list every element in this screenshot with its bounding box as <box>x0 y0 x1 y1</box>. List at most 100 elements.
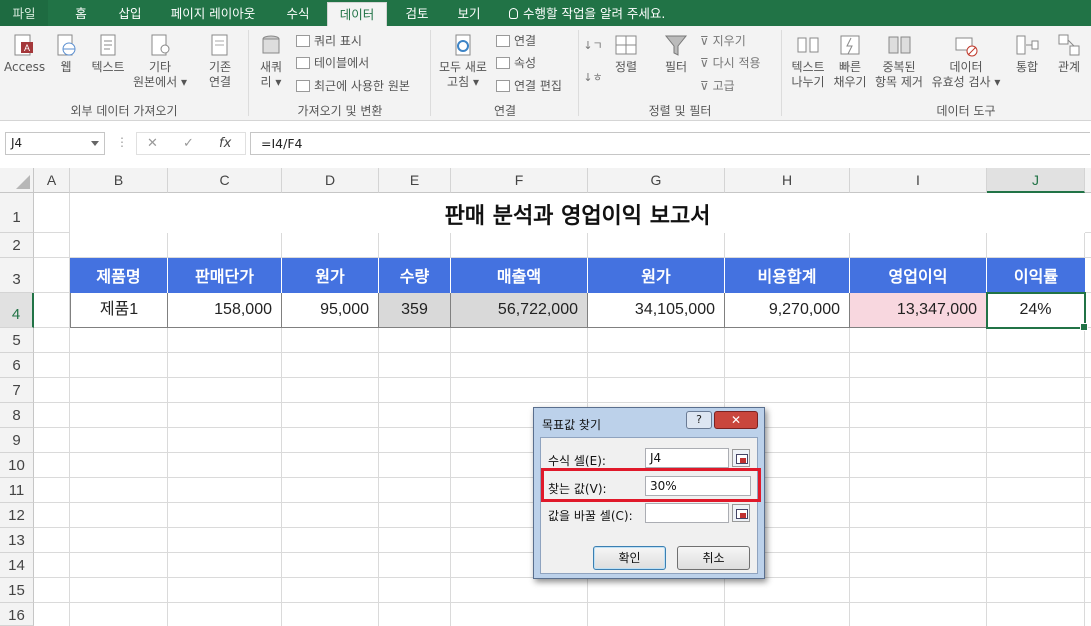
help-button[interactable]: ? <box>686 411 712 429</box>
row-header-7[interactable]: 7 <box>0 378 34 403</box>
relationships-button[interactable]: 관계 <box>1050 32 1088 75</box>
column-header-f[interactable]: F <box>451 168 588 193</box>
chevron-down-icon[interactable] <box>91 141 99 146</box>
data-validation-button[interactable]: 데이터 유효성 검사 ▾ <box>930 32 1002 90</box>
changing-cell-input[interactable] <box>645 503 729 523</box>
new-query-button[interactable]: 새쿼 리 ▾ <box>254 32 288 90</box>
row-header-16[interactable]: 16 <box>0 603 34 626</box>
cancel-button[interactable]: 취소 <box>677 546 750 570</box>
from-text-button[interactable]: 텍스트 <box>86 32 130 75</box>
header-unit-price[interactable]: 판매단가 <box>168 258 282 293</box>
edit-links-button[interactable]: 연결 편집 <box>496 77 562 95</box>
column-header-d[interactable]: D <box>282 168 379 193</box>
filter-button[interactable]: 필터 <box>656 32 696 75</box>
row-header-5[interactable]: 5 <box>0 328 34 353</box>
tab-data[interactable]: 데이터 <box>327 2 387 26</box>
row-header-10[interactable]: 10 <box>0 453 34 478</box>
other-sources-button[interactable]: 기타 원본에서 ▾ <box>132 32 188 90</box>
show-queries-button[interactable]: 쿼리 표시 <box>296 32 362 50</box>
consolidate-icon <box>1016 35 1039 55</box>
header-product-name[interactable]: 제품명 <box>70 258 168 293</box>
tab-insert[interactable]: 삽입 <box>109 0 151 26</box>
insert-function-icon[interactable]: fx <box>219 136 231 151</box>
tab-formulas[interactable]: 수식 <box>277 0 319 26</box>
name-box[interactable]: J4 <box>5 132 105 155</box>
sort-az-button[interactable]: ↓ㄱ <box>582 38 604 53</box>
row-header-1[interactable]: 1 <box>0 193 34 233</box>
column-header-g[interactable]: G <box>588 168 725 193</box>
tab-file[interactable]: 파일 <box>0 0 48 26</box>
from-table-button[interactable]: 테이블에서 <box>296 54 369 72</box>
flash-fill-button[interactable]: 빠른 채우기 <box>830 32 870 90</box>
row-header-4[interactable]: 4 <box>0 293 34 328</box>
column-header-k[interactable] <box>1085 168 1091 193</box>
existing-connections-button[interactable]: 기존 연결 <box>200 32 240 90</box>
tab-home[interactable]: 홈 <box>64 0 98 26</box>
properties-button[interactable]: 속성 <box>496 54 536 72</box>
row-header-2[interactable]: 2 <box>0 233 34 258</box>
new-query-icon <box>262 35 280 54</box>
row-header-15[interactable]: 15 <box>0 578 34 603</box>
header-quantity[interactable]: 수량 <box>379 258 451 293</box>
cell-h4[interactable]: 9,270,000 <box>725 293 850 328</box>
header-profit-margin[interactable]: 이익률 <box>987 258 1085 293</box>
row-header-8[interactable]: 8 <box>0 403 34 428</box>
row-header-6[interactable]: 6 <box>0 353 34 378</box>
row-header-9[interactable]: 9 <box>0 428 34 453</box>
filter-label: 필터 <box>664 60 688 74</box>
header-operating-profit[interactable]: 영업이익 <box>850 258 987 293</box>
column-header-e[interactable]: E <box>379 168 451 193</box>
row-header-14[interactable]: 14 <box>0 553 34 578</box>
header-expense-total[interactable]: 비용합계 <box>725 258 850 293</box>
column-header-i[interactable]: I <box>850 168 987 193</box>
cell-f4[interactable]: 56,722,000 <box>451 293 588 328</box>
tab-view[interactable]: 보기 <box>448 0 490 26</box>
refresh-all-button[interactable]: 모두 새로 고침 ▾ <box>436 32 490 90</box>
consolidate-button[interactable]: 통합 <box>1008 32 1046 75</box>
access-button[interactable]: A Access <box>4 32 45 75</box>
row-header-12[interactable]: 12 <box>0 503 34 528</box>
tell-me-box[interactable]: 수행할 작업을 알려 주세요. <box>509 0 665 26</box>
row-header-11[interactable]: 11 <box>0 478 34 503</box>
cell-g4[interactable]: 34,105,000 <box>588 293 725 328</box>
row-header-13[interactable]: 13 <box>0 528 34 553</box>
column-header-a[interactable]: A <box>34 168 70 193</box>
close-button[interactable]: ✕ <box>714 411 758 429</box>
set-cell-input[interactable]: J4 <box>645 448 729 468</box>
ok-button[interactable]: 확인 <box>593 546 666 570</box>
web-button[interactable]: 웹 <box>52 32 80 75</box>
header-total-cost[interactable]: 원가 <box>588 258 725 293</box>
recent-sources-button[interactable]: 최근에 사용한 원본 <box>296 77 410 95</box>
cancel-icon[interactable]: ✕ <box>147 136 158 151</box>
more-icon[interactable]: ⋮ <box>116 135 128 149</box>
text-to-columns-button[interactable]: 텍스트 나누기 <box>786 32 830 90</box>
enter-icon[interactable]: ✓ <box>183 136 194 151</box>
tab-page-layout[interactable]: 페이지 레이아웃 <box>161 0 265 26</box>
range-picker-icon[interactable] <box>732 504 750 522</box>
cell-e4[interactable]: 359 <box>379 293 451 328</box>
sort-za-button[interactable]: ↓ㅎ <box>582 70 604 85</box>
cell-d4[interactable]: 95,000 <box>282 293 379 328</box>
clear-filter-button[interactable]: ⊽ 지우기 <box>700 32 746 50</box>
column-header-j[interactable]: J <box>987 168 1085 193</box>
header-cost[interactable]: 원가 <box>282 258 379 293</box>
cell-c4[interactable]: 158,000 <box>168 293 282 328</box>
column-header-h[interactable]: H <box>725 168 850 193</box>
range-picker-icon[interactable] <box>732 449 750 467</box>
connections-button[interactable]: 연결 <box>496 32 536 50</box>
column-header-c[interactable]: C <box>168 168 282 193</box>
reapply-button[interactable]: ⊽ 다시 적용 <box>700 54 761 72</box>
remove-duplicates-button[interactable]: 중복된 항목 제거 <box>872 32 926 90</box>
row-header-3[interactable]: 3 <box>0 258 34 293</box>
dialog-body: 수식 셀(E): J4 찾는 값(V): 30% 값을 바꿀 셀(C): 확인 … <box>540 437 758 574</box>
header-sales[interactable]: 매출액 <box>451 258 588 293</box>
advanced-filter-button[interactable]: ⊽ 고급 <box>700 77 735 95</box>
cell-b4[interactable]: 제품1 <box>70 293 168 328</box>
cell-i4[interactable]: 13,347,000 <box>850 293 987 328</box>
formula-input[interactable]: =I4/F4 <box>250 132 1090 155</box>
sort-button[interactable]: 정렬 <box>608 32 644 75</box>
report-title[interactable]: 판매 분석과 영업이익 보고서 <box>70 193 1085 233</box>
column-header-b[interactable]: B <box>70 168 168 193</box>
tab-review[interactable]: 검토 <box>396 0 438 26</box>
select-all-button[interactable] <box>0 168 34 193</box>
